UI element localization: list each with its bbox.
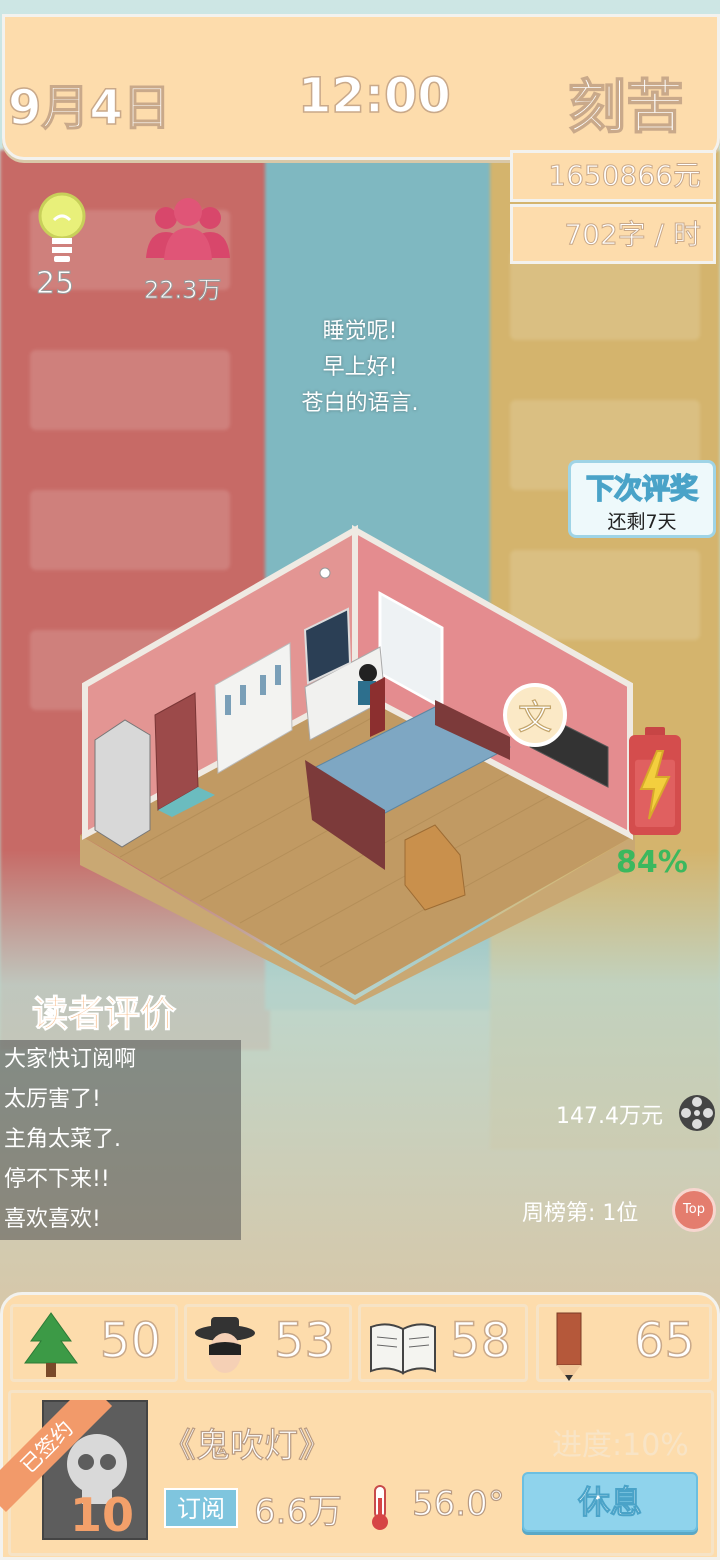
attribute-value: 50 — [99, 1312, 162, 1370]
desk-chair — [370, 677, 385, 737]
game-date: 9月4日 — [7, 79, 171, 137]
character-dialog: 睡觉呢! 早上好! 苍白的语言. — [270, 314, 450, 422]
tree-icon — [19, 1311, 83, 1385]
rest-button[interactable]: 休息 — [522, 1472, 698, 1532]
top-rank-button[interactable]: Top — [672, 1188, 716, 1232]
thermometer-icon — [366, 1484, 394, 1536]
energy-battery-icon[interactable] — [627, 727, 683, 841]
attribute-value: 58 — [449, 1312, 512, 1370]
book-title: 《鬼吹灯》 — [161, 1425, 332, 1466]
character-icon — [193, 1311, 257, 1385]
writer-character — [359, 664, 377, 682]
writing-speed-display: 702字 / 时 — [510, 204, 716, 264]
ideas-count: 25 — [35, 266, 75, 302]
clock-icon — [319, 567, 331, 579]
isometric-room: 文 — [80, 525, 635, 1005]
attribute-characters[interactable]: 53 — [184, 1304, 352, 1382]
money-display: 1650866元 — [510, 150, 716, 202]
attribute-value: 65 — [633, 1312, 696, 1370]
wardrobe — [94, 719, 151, 848]
subscriber-count: 6.6万 — [253, 1491, 343, 1532]
book-progress: 进度:10% — [552, 1428, 689, 1463]
work-mode-button[interactable]: 刻苦 — [567, 60, 685, 144]
film-income: 147.4万元 — [556, 1104, 663, 1129]
dialog-line: 苍白的语言. — [301, 391, 419, 416]
subscribe-label: 订阅 — [164, 1488, 238, 1528]
film-reel-icon[interactable] — [677, 1093, 717, 1137]
book-icon — [367, 1311, 439, 1385]
review-item: 大家快订阅啊 — [4, 1047, 137, 1072]
weekly-rank: 周榜第: 1位 — [522, 1201, 639, 1226]
review-item: 太厉害了! — [4, 1087, 101, 1112]
reader-reviews-title: 读者评价 — [31, 994, 177, 1036]
fans-icon[interactable] — [144, 196, 232, 266]
book-cover-number: 10 — [70, 1488, 135, 1542]
bubble-label: 文 — [518, 698, 552, 738]
award-title: 下次评奖 — [585, 471, 699, 506]
dialog-line: 早上好! — [322, 355, 398, 380]
game-time: 12:00 — [297, 67, 451, 125]
lightbulb-icon[interactable] — [36, 190, 88, 270]
energy-percent: 84% — [616, 845, 688, 880]
attribute-world-building[interactable]: 50 — [10, 1304, 178, 1382]
review-item: 喜欢喜欢! — [4, 1207, 101, 1232]
book-heat: 56.0° — [411, 1483, 505, 1524]
review-item: 主角太菜了. — [4, 1127, 121, 1152]
fans-count: 22.3万 — [143, 276, 222, 305]
pencil-icon — [545, 1311, 593, 1387]
attribute-plot[interactable]: 58 — [358, 1304, 528, 1382]
review-item: 停不下来!! — [4, 1167, 110, 1192]
attribute-value: 53 — [273, 1312, 336, 1370]
dialog-line: 睡觉呢! — [322, 319, 398, 344]
reader-reviews-panel: 大家快订阅啊 太厉害了! 主角太菜了. 停不下来!! 喜欢喜欢! — [0, 1040, 241, 1240]
attribute-writing[interactable]: 65 — [536, 1304, 712, 1382]
